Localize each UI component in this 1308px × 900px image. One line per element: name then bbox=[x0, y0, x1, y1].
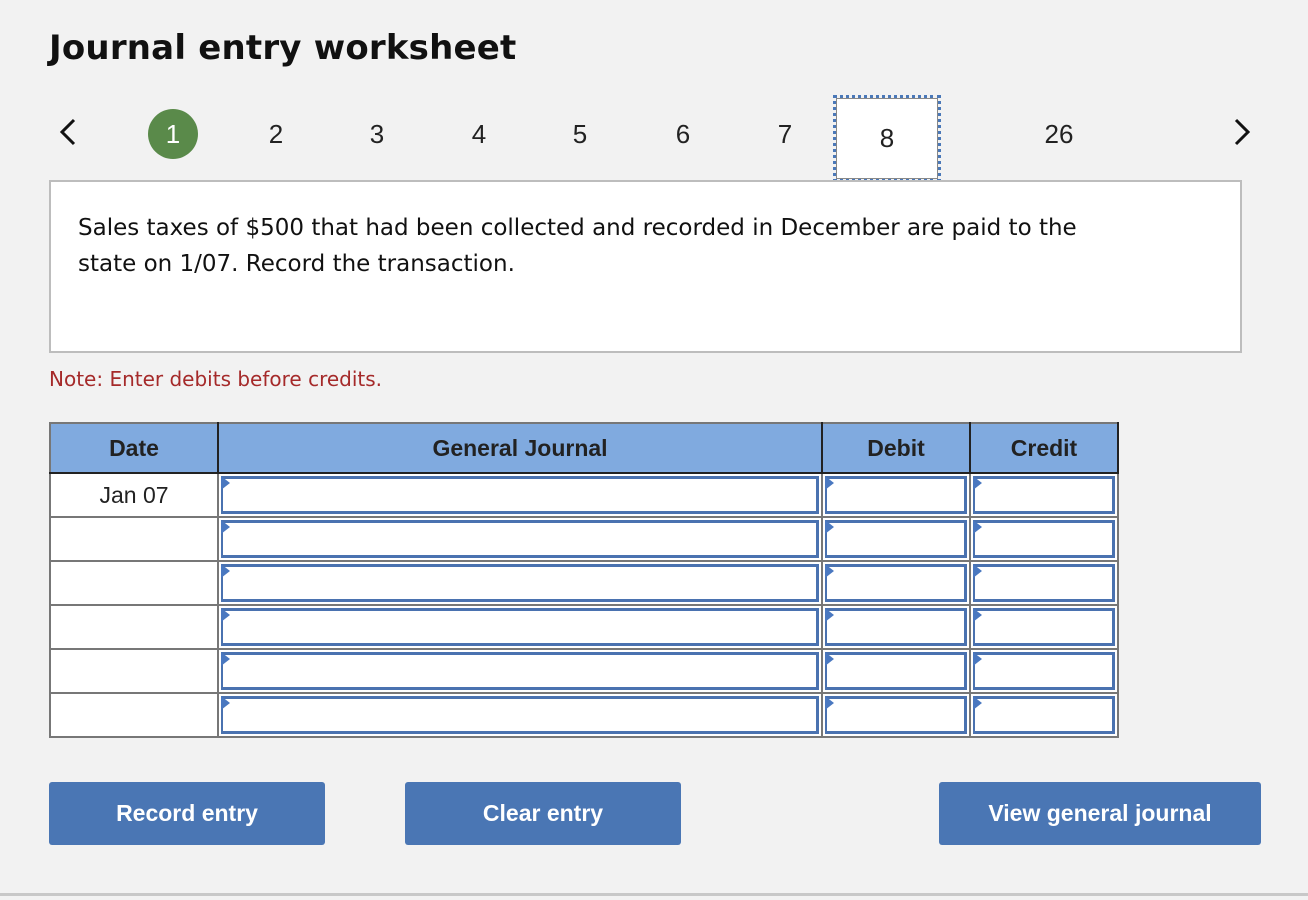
debit-input[interactable] bbox=[821, 604, 971, 650]
dropdown-flag-icon bbox=[221, 476, 230, 490]
date-cell bbox=[49, 604, 219, 650]
account-field[interactable] bbox=[221, 476, 819, 514]
journal-header-row: Date General Journal Debit Credit bbox=[49, 422, 1119, 474]
credit-field[interactable] bbox=[973, 652, 1115, 690]
header-date: Date bbox=[49, 422, 219, 474]
account-input[interactable] bbox=[217, 604, 823, 650]
journal-row bbox=[49, 516, 1119, 562]
input-flag-icon bbox=[825, 564, 834, 578]
bottom-divider bbox=[0, 893, 1308, 896]
debit-field[interactable] bbox=[825, 564, 967, 602]
input-flag-icon bbox=[973, 652, 982, 666]
header-credit: Credit bbox=[969, 422, 1119, 474]
account-field[interactable] bbox=[221, 520, 819, 558]
debit-field[interactable] bbox=[825, 608, 967, 646]
question-box: Sales taxes of $500 that had been collec… bbox=[49, 180, 1242, 353]
account-input[interactable] bbox=[217, 516, 823, 562]
dropdown-flag-icon bbox=[221, 520, 230, 534]
credit-field[interactable] bbox=[973, 608, 1115, 646]
date-cell bbox=[49, 692, 219, 738]
credit-field[interactable] bbox=[973, 476, 1115, 514]
credit-input[interactable] bbox=[969, 648, 1119, 694]
question-pager: 1 2 3 4 5 6 7 8 26 bbox=[0, 95, 1308, 182]
input-flag-icon bbox=[825, 608, 834, 622]
pager-item-2[interactable]: 2 bbox=[251, 112, 301, 156]
account-input[interactable] bbox=[217, 692, 823, 738]
debit-input[interactable] bbox=[821, 472, 971, 518]
journal-row: Jan 07 bbox=[49, 472, 1119, 518]
header-general-journal: General Journal bbox=[217, 422, 823, 474]
next-button[interactable] bbox=[1228, 112, 1258, 152]
pager-item-3[interactable]: 3 bbox=[352, 112, 402, 156]
pager-item-5[interactable]: 5 bbox=[555, 112, 605, 156]
debit-input[interactable] bbox=[821, 516, 971, 562]
prev-button[interactable] bbox=[52, 112, 82, 152]
date-cell: Jan 07 bbox=[49, 472, 219, 518]
dropdown-flag-icon bbox=[221, 652, 230, 666]
clear-entry-button[interactable]: Clear entry bbox=[405, 782, 681, 845]
credit-field[interactable] bbox=[973, 520, 1115, 558]
header-debit: Debit bbox=[821, 422, 971, 474]
account-field[interactable] bbox=[221, 564, 819, 602]
input-flag-icon bbox=[973, 520, 982, 534]
journal-row bbox=[49, 648, 1119, 694]
input-flag-icon bbox=[973, 476, 982, 490]
account-field[interactable] bbox=[221, 608, 819, 646]
credit-input[interactable] bbox=[969, 516, 1119, 562]
input-flag-icon bbox=[973, 564, 982, 578]
account-input[interactable] bbox=[217, 648, 823, 694]
pager-item-4[interactable]: 4 bbox=[454, 112, 504, 156]
input-flag-icon bbox=[973, 696, 982, 710]
record-entry-button[interactable]: Record entry bbox=[49, 782, 325, 845]
debit-field[interactable] bbox=[825, 520, 967, 558]
account-field[interactable] bbox=[221, 696, 819, 734]
input-flag-icon bbox=[825, 652, 834, 666]
journal-row bbox=[49, 692, 1119, 738]
credit-field[interactable] bbox=[973, 564, 1115, 602]
debit-field[interactable] bbox=[825, 652, 967, 690]
view-general-journal-button[interactable]: View general journal bbox=[939, 782, 1261, 845]
credit-input[interactable] bbox=[969, 560, 1119, 606]
journal-row bbox=[49, 604, 1119, 650]
note-text: Note: Enter debits before credits. bbox=[49, 367, 383, 391]
debit-input[interactable] bbox=[821, 648, 971, 694]
journal-table: Date General Journal Debit Credit Jan 07 bbox=[49, 422, 1119, 738]
page-title: Journal entry worksheet bbox=[49, 28, 517, 68]
question-text: Sales taxes of $500 that had been collec… bbox=[78, 215, 1077, 277]
credit-input[interactable] bbox=[969, 692, 1119, 738]
debit-input[interactable] bbox=[821, 692, 971, 738]
debit-field[interactable] bbox=[825, 476, 967, 514]
dropdown-flag-icon bbox=[221, 608, 230, 622]
input-flag-icon bbox=[825, 520, 834, 534]
journal-row bbox=[49, 560, 1119, 606]
date-cell bbox=[49, 560, 219, 606]
account-input[interactable] bbox=[217, 560, 823, 606]
pager-item-6[interactable]: 6 bbox=[658, 112, 708, 156]
dropdown-flag-icon bbox=[221, 564, 230, 578]
dropdown-flag-icon bbox=[221, 696, 230, 710]
pager-item-26[interactable]: 26 bbox=[1034, 112, 1084, 156]
debit-input[interactable] bbox=[821, 560, 971, 606]
date-cell bbox=[49, 516, 219, 562]
input-flag-icon bbox=[825, 476, 834, 490]
date-cell bbox=[49, 648, 219, 694]
credit-field[interactable] bbox=[973, 696, 1115, 734]
input-flag-icon bbox=[973, 608, 982, 622]
input-flag-icon bbox=[825, 696, 834, 710]
debit-field[interactable] bbox=[825, 696, 967, 734]
chevron-left-icon bbox=[59, 118, 76, 146]
account-input[interactable] bbox=[217, 472, 823, 518]
pager-item-8[interactable]: 8 bbox=[833, 95, 941, 182]
credit-input[interactable] bbox=[969, 604, 1119, 650]
pager-item-1[interactable]: 1 bbox=[148, 109, 198, 159]
chevron-right-icon bbox=[1234, 118, 1251, 146]
account-field[interactable] bbox=[221, 652, 819, 690]
credit-input[interactable] bbox=[969, 472, 1119, 518]
pager-item-7[interactable]: 7 bbox=[760, 112, 810, 156]
